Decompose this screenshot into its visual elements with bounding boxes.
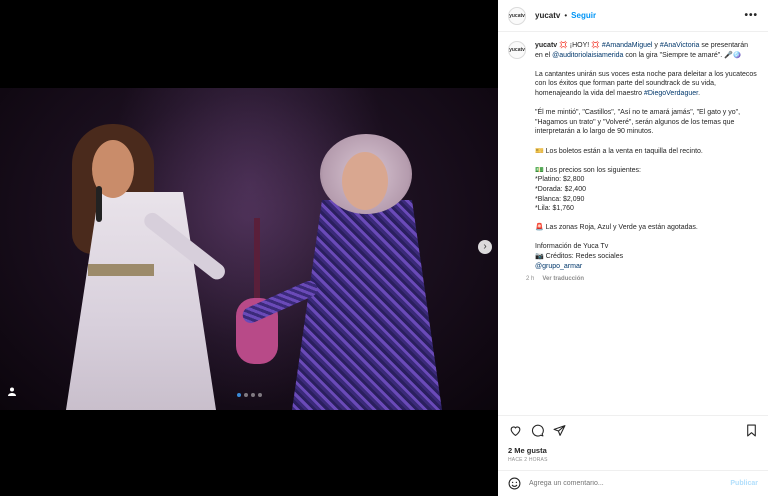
post-username[interactable]: yucatv — [535, 11, 560, 20]
caption-meta: 2 h Ver traducción — [526, 276, 757, 282]
carousel-dot — [258, 393, 262, 397]
caption-paragraph: 💵 Los precios son los siguientes: *Plati… — [535, 166, 641, 213]
mention-link[interactable]: @auditoriolaisiamerida — [552, 52, 623, 59]
media-viewer: › — [0, 0, 498, 496]
mention-link[interactable]: @grupo_armar — [535, 263, 582, 270]
follow-button[interactable]: Seguir — [571, 11, 596, 20]
post-header: yucatv yucatv • Seguir ••• — [498, 0, 768, 32]
post-panel: yucatv yucatv • Seguir ••• yucatv yucatv… — [498, 0, 768, 496]
caption-line: 💢 ¡HOY! 💢 — [557, 42, 602, 49]
separator-dot: • — [564, 11, 568, 20]
hashtag-link[interactable]: #AnaVictoria — [660, 42, 700, 49]
comment-bar: Publicar — [498, 470, 768, 496]
caption-area: yucatv yucatv 💢 ¡HOY! 💢 #AmandaMiguel y … — [498, 33, 768, 415]
caption-paragraph: 🚨 Las zonas Roja, Azul y Verde ya están … — [535, 224, 698, 232]
caption-line: y — [652, 42, 660, 49]
comment-icon[interactable] — [530, 424, 544, 438]
caption-paragraph: "Él me mintió", "Castillos", "Así no te … — [535, 109, 743, 136]
bookmark-icon[interactable] — [744, 424, 758, 438]
guitar-image — [236, 218, 278, 368]
comment-input[interactable] — [529, 480, 719, 487]
emoji-icon[interactable] — [508, 477, 521, 490]
caption-line: . — [698, 89, 701, 97]
share-icon[interactable] — [552, 424, 566, 438]
hashtag-link[interactable]: #DiegoVerdaguer — [644, 90, 698, 97]
action-bar — [498, 415, 768, 445]
carousel-dot — [237, 393, 241, 397]
post-time: HACE 2 HORAS — [508, 457, 548, 463]
likes-count[interactable]: 2 Me gusta — [508, 446, 547, 455]
heart-icon[interactable] — [508, 424, 522, 438]
post-photo[interactable] — [0, 88, 498, 410]
carousel-dots — [237, 393, 262, 397]
publish-button[interactable]: Publicar — [730, 480, 758, 487]
singer-right-face — [342, 152, 388, 210]
see-translation-link[interactable]: Ver traducción — [542, 276, 584, 282]
next-arrow-icon[interactable]: › — [478, 240, 492, 254]
caption-row: yucatv yucatv 💢 ¡HOY! 💢 #AmandaMiguel y … — [508, 41, 758, 282]
hashtag-link[interactable]: #AmandaMiguel — [602, 42, 653, 49]
caption-username[interactable]: yucatv — [535, 42, 557, 49]
caption-paragraph: Información de Yuca Tv 📷 Créditos: Redes… — [535, 243, 624, 261]
caption-text: yucatv 💢 ¡HOY! 💢 #AmandaMiguel y #AnaVic… — [535, 41, 757, 271]
user-tag-icon[interactable] — [8, 387, 18, 397]
more-options-icon[interactable]: ••• — [744, 10, 758, 21]
caption-paragraph: 🎫 Los boletos están a la venta en taquil… — [535, 147, 703, 155]
caption-avatar[interactable]: yucatv — [508, 41, 526, 59]
avatar[interactable]: yucatv — [508, 6, 526, 25]
carousel-dot — [251, 393, 255, 397]
microphone-icon — [96, 186, 102, 222]
caption-time: 2 h — [526, 276, 535, 283]
carousel-dot — [244, 393, 248, 397]
singer-left-belt — [88, 264, 154, 276]
caption-line: con la gira "Siempre te amaré". 🎤🪩 — [623, 51, 742, 59]
